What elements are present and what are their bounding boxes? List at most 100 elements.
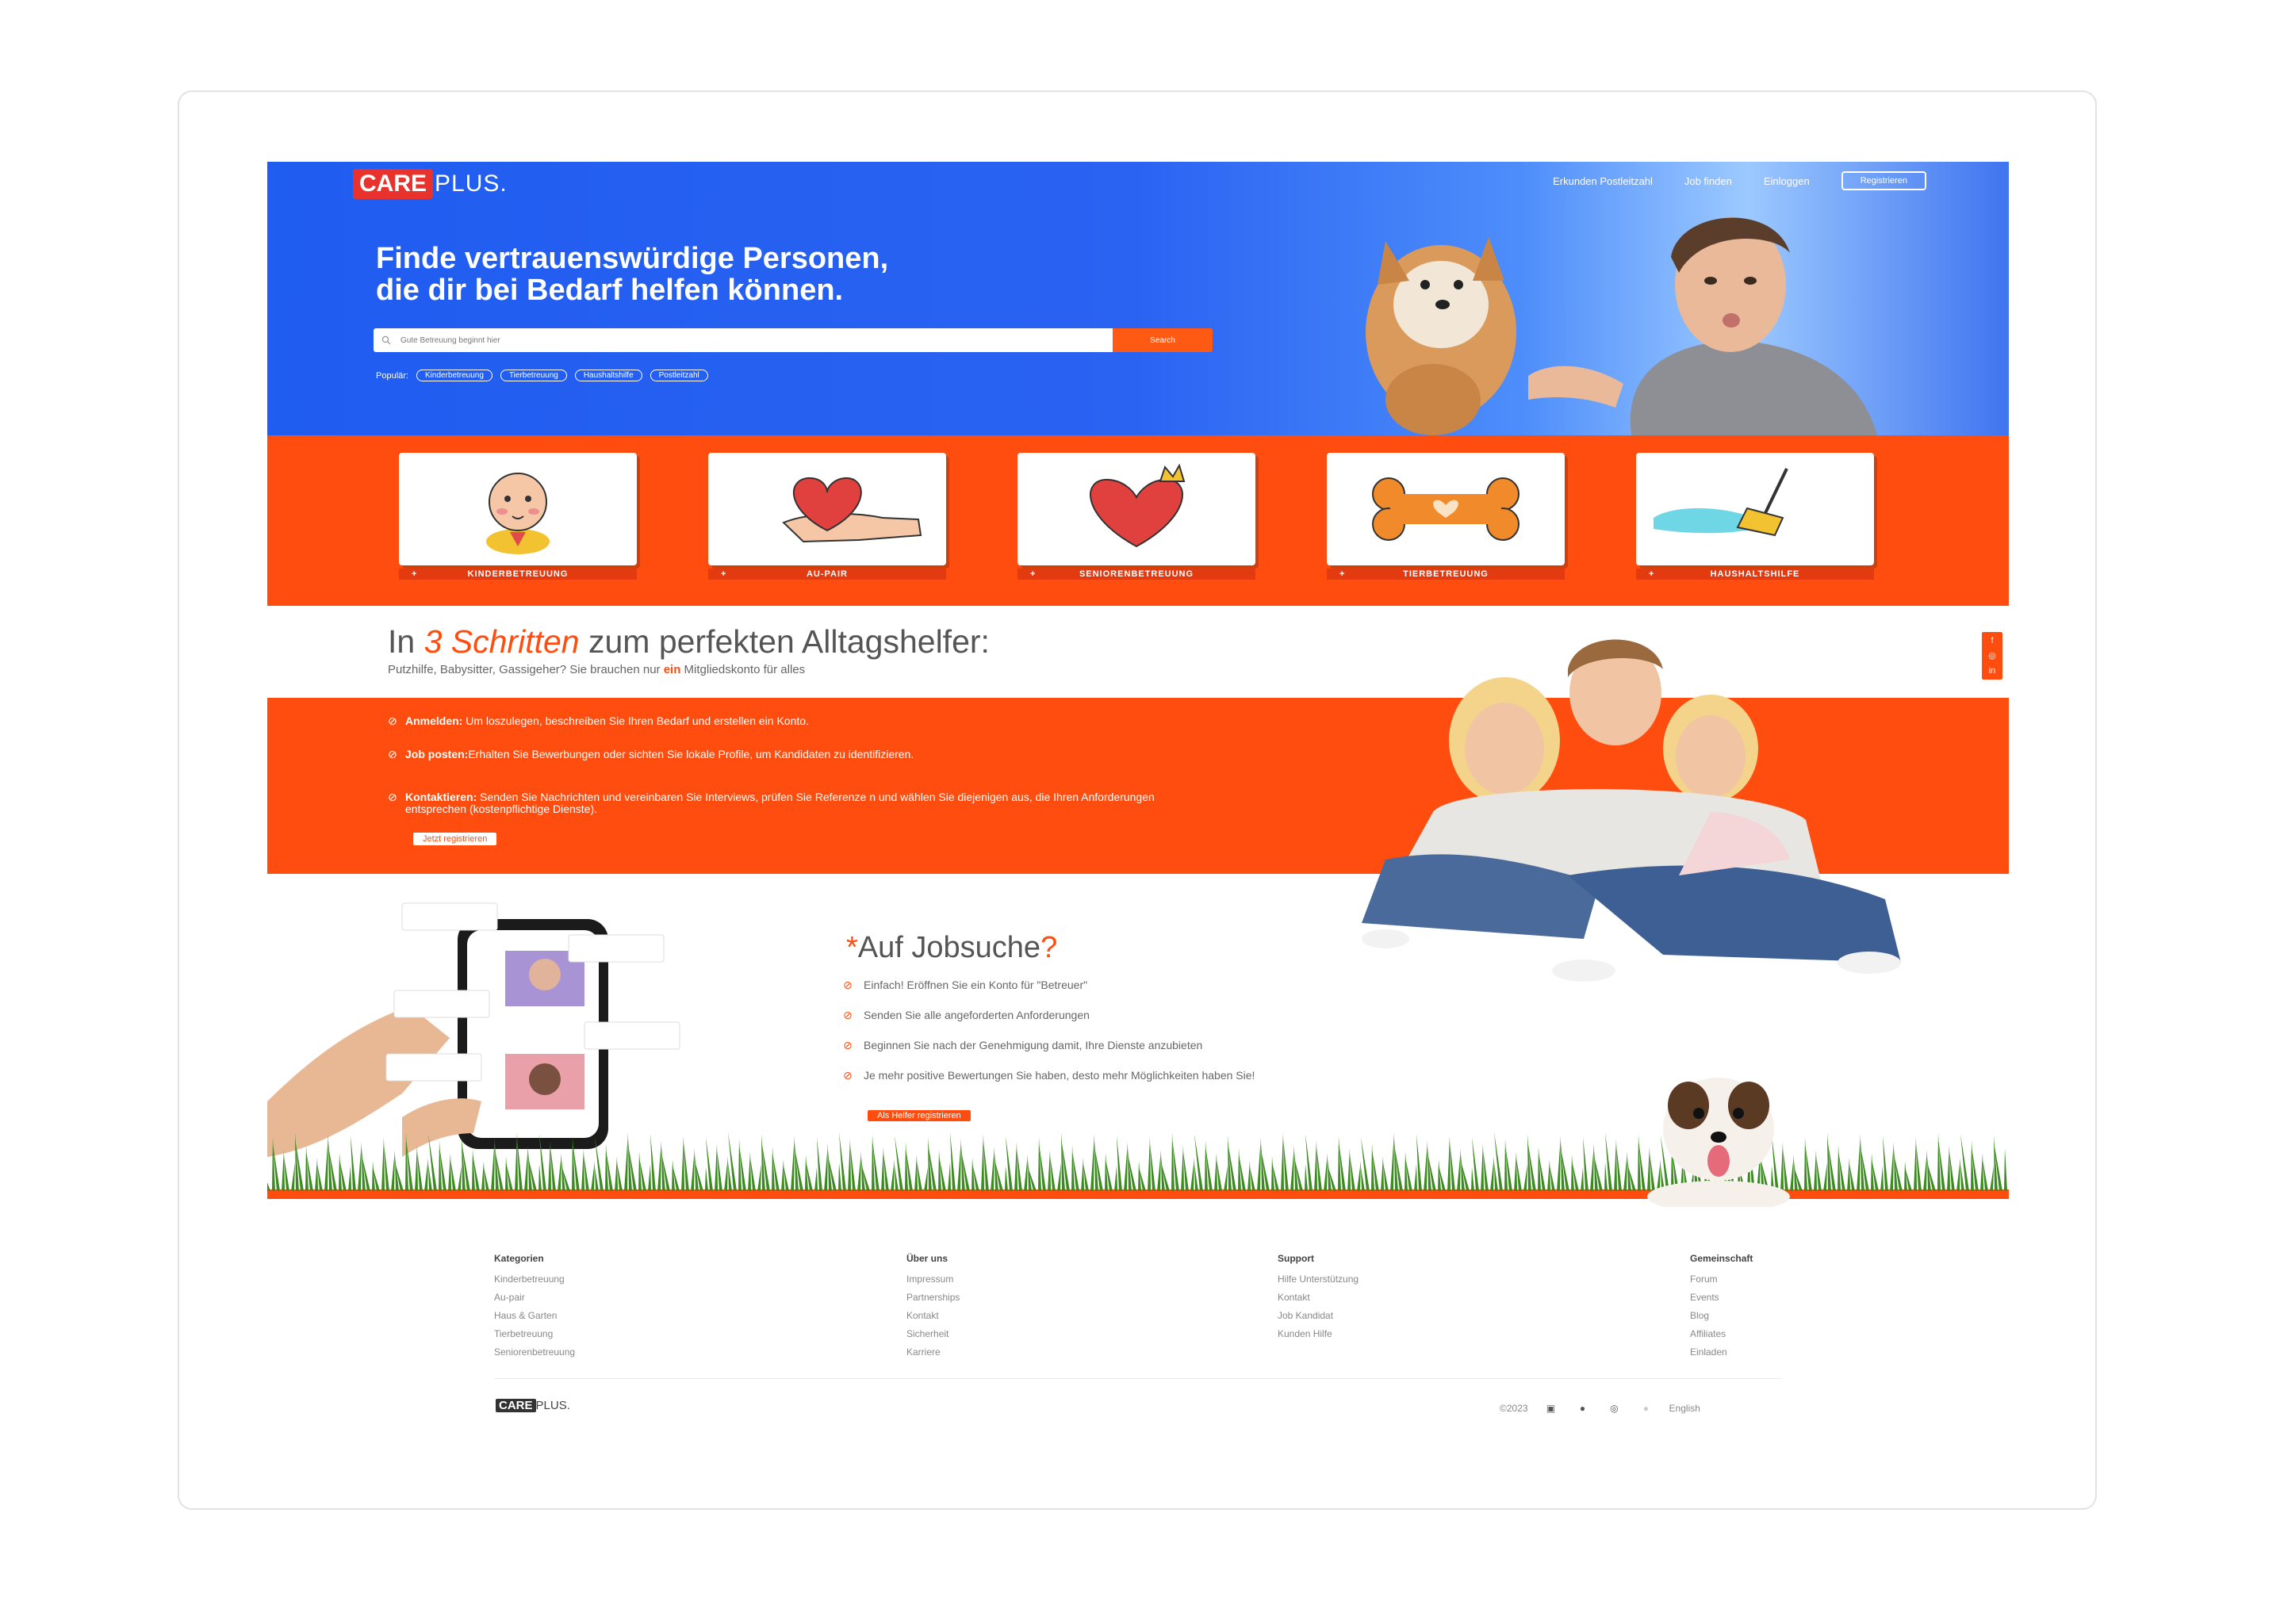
logo[interactable]: CARE PLUS.	[353, 168, 508, 200]
step-anmelden: ⊘ Anmelden: Um loszulegen, beschreiben S…	[388, 714, 809, 727]
footer-column-title: Kategorien	[494, 1253, 544, 1264]
footer-link[interactable]: Forum	[1690, 1270, 1753, 1289]
footer-logo-care: CARE	[496, 1399, 536, 1412]
footer-link[interactable]: Kunden Hilfe	[1278, 1325, 1359, 1343]
register-as-helper-button[interactable]: Als Helfer registrieren	[868, 1110, 971, 1121]
hero-section: CARE PLUS. Erkunden Postleitzahl Job fin…	[267, 162, 2009, 435]
footer-column-kategorien: Kategorien Kinderbetreuung Au-pair Haus …	[494, 1253, 575, 1362]
footer-link[interactable]: Einladen	[1690, 1343, 1753, 1362]
category-label: + HAUSHALTSHILFE	[1636, 569, 1874, 580]
tag-haushaltshilfe[interactable]: Haushaltshilfe	[574, 370, 642, 381]
footer-link[interactable]: Impressum	[906, 1270, 960, 1289]
footer-link[interactable]: Seniorenbetreuung	[494, 1343, 575, 1362]
footer-link[interactable]: Sicherheit	[906, 1325, 960, 1343]
copyright-text: ©2023	[1500, 1403, 1528, 1414]
facebook-icon[interactable]: f	[1991, 635, 1993, 646]
job-item: ⊘ Je mehr positive Bewertungen Sie haben,…	[843, 1069, 1255, 1082]
instagram-icon[interactable]: ◎	[1988, 650, 1996, 661]
tag-kinderbetreuung[interactable]: Kinderbetreuung	[416, 370, 492, 381]
footer-column-ueber-uns: Über uns Impressum Partnerships Kontakt …	[906, 1253, 960, 1362]
search-icon	[381, 335, 391, 345]
hero-title-line2: die dir bei Bedarf helfen können.	[376, 274, 844, 307]
popular-tags: Populär: Kinderbetreuung Tierbetreuung H…	[376, 370, 708, 381]
category-label: + SENIORENBETREUUNG	[1017, 569, 1255, 580]
footer-link[interactable]: Job Kandidat	[1278, 1307, 1359, 1325]
footer-link[interactable]: Kinderbetreuung	[494, 1270, 575, 1289]
job-item: ⊘ Einfach! Eröffnen Sie ein Konto für "Be…	[843, 979, 1088, 991]
category-card	[1636, 453, 1874, 565]
check-circle-icon: ⊘	[843, 1069, 853, 1082]
footer-divider	[494, 1378, 1782, 1379]
footer-column-title: Support	[1278, 1253, 1314, 1264]
search-input[interactable]: Gute Betreuung beginnt hier	[374, 328, 1113, 352]
nav-link-einloggen[interactable]: Einloggen	[1764, 175, 1810, 187]
footer-link[interactable]: Karriere	[906, 1343, 960, 1362]
linkedin-icon[interactable]: in	[1989, 665, 1996, 676]
check-circle-icon: ⊘	[843, 979, 853, 991]
hero-title-line1: Finde vertrauenswürdige Personen,	[376, 242, 889, 275]
footer-column-title: Gemeinschaft	[1690, 1253, 1753, 1264]
family-photo	[1362, 639, 1901, 982]
footer-link[interactable]: Haus & Garten	[494, 1307, 575, 1325]
heart-crown-icon	[1090, 463, 1186, 548]
footer-link[interactable]: Blog	[1690, 1307, 1753, 1325]
footer-logo-plus: PLUS.	[535, 1399, 570, 1412]
language-selector[interactable]: English	[1669, 1403, 1700, 1414]
register-button[interactable]: Registrieren	[1841, 171, 1926, 190]
nav-link-postleitzahl[interactable]: Erkunden Postleitzahl	[1553, 175, 1653, 187]
footer-link[interactable]: Events	[1690, 1289, 1753, 1307]
check-circle-icon: ⊘	[388, 748, 397, 760]
globe-icon[interactable]: ●	[1638, 1400, 1655, 1416]
category-tierbetreuung[interactable]: + TIERBETREUUNG	[1327, 453, 1568, 580]
hero-photo-woman-with-dog	[1366, 217, 1877, 435]
phone-in-hand-image	[267, 902, 680, 1157]
category-card	[1017, 453, 1255, 565]
jobs-title: *Auf Jobsuche?	[846, 931, 1058, 964]
footer-link[interactable]: Partnerships	[906, 1289, 960, 1307]
twitter-icon[interactable]: ▣	[1542, 1400, 1560, 1416]
terrier-dog-photo	[1647, 1078, 1790, 1207]
instagram-icon[interactable]: ◎	[1606, 1400, 1623, 1416]
footer-link[interactable]: Kontakt	[906, 1307, 960, 1325]
category-kinderbetreuung[interactable]: + KINDERBETREUUNG	[399, 453, 640, 580]
footer-link[interactable]: Tierbetreuung	[494, 1325, 575, 1343]
popular-label: Populär:	[376, 370, 408, 381]
job-item: ⊘ Senden Sie alle angeforderten Anforderu…	[843, 1009, 1090, 1021]
join-now-button[interactable]: Jetzt registrieren	[413, 833, 497, 845]
tag-tierbetreuung[interactable]: Tierbetreuung	[500, 370, 567, 381]
broom-icon	[1654, 468, 1788, 537]
steps-title: In 3 Schritten zum perfekten Alltagshelf…	[388, 623, 990, 660]
categories-section: + KINDERBETREUUNG + AU-PAIR + SENIORENBETRE…	[267, 435, 2009, 606]
step-job-posten: ⊘ Job posten:Erhalten Sie Bewerbungen od…	[388, 748, 914, 760]
footer-link[interactable]: Au-pair	[494, 1289, 575, 1307]
bone-icon	[1372, 477, 1519, 541]
search-button[interactable]: Search	[1113, 328, 1213, 352]
steps-subtitle: Putzhilfe, Babysitter, Gassigeher? Sie b…	[388, 663, 806, 676]
footer-link[interactable]: Kontakt	[1278, 1289, 1359, 1307]
category-label: + KINDERBETREUUNG	[399, 569, 637, 580]
category-card	[708, 453, 946, 565]
hero-title: Finde vertrauenswürdige Personen, die di…	[376, 243, 979, 306]
facebook-icon[interactable]: ●	[1574, 1400, 1592, 1416]
job-item: ⊘ Beginnen Sie nach der Genehmigung damit…	[843, 1039, 1203, 1051]
footer-link[interactable]: Affiliates	[1690, 1325, 1753, 1343]
top-nav: Erkunden Postleitzahl Job finden Einlogg…	[1553, 171, 1926, 190]
category-haushaltshilfe[interactable]: + HAUSHALTSHILFE	[1636, 453, 1877, 580]
category-card	[399, 453, 637, 565]
web-page: CARE PLUS. Erkunden Postleitzahl Job fin…	[267, 162, 2009, 1440]
footer-logo[interactable]: CARE PLUS.	[496, 1399, 570, 1412]
category-card	[1327, 453, 1565, 565]
category-seniorenbetreuung[interactable]: + SENIORENBETREUUNG	[1017, 453, 1259, 580]
social-sidebar: f ◎ in	[1982, 632, 2002, 680]
footer-link[interactable]: Hilfe Unterstützung	[1278, 1270, 1359, 1289]
footer-meta: ©2023 ▣ ● ◎ ● English	[1500, 1400, 1700, 1416]
footer-column-gemeinschaft: Gemeinschaft Forum Events Blog Affiliate…	[1690, 1253, 1753, 1362]
category-au-pair[interactable]: + AU-PAIR	[708, 453, 949, 580]
nav-link-job-finden[interactable]: Job finden	[1684, 175, 1732, 187]
footer-column-support: Support Hilfe Unterstützung Kontakt Job …	[1278, 1253, 1359, 1343]
check-circle-icon: ⊘	[388, 791, 397, 803]
tag-postleitzahl[interactable]: Postleitzahl	[650, 370, 708, 381]
category-label: + TIERBETREUUNG	[1327, 569, 1565, 580]
check-circle-icon: ⊘	[843, 1039, 853, 1051]
search-placeholder: Gute Betreuung beginnt hier	[400, 335, 500, 345]
